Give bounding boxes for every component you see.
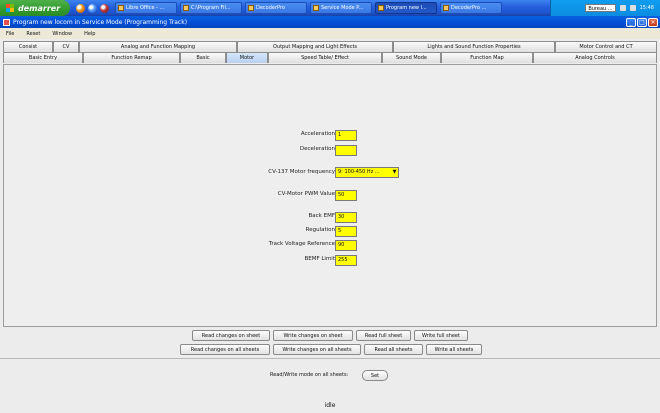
maximize-button[interactable]: □ bbox=[637, 17, 647, 27]
taskbar-item-label: DecoderPro ... bbox=[451, 5, 487, 11]
window-icon bbox=[443, 5, 449, 11]
start-label: demarrer bbox=[18, 3, 61, 13]
system-tray: Bureau ... 15:48 bbox=[550, 0, 660, 16]
tab-cv[interactable]: CV bbox=[53, 41, 79, 52]
motor-frequency-value: 9: 100-450 Hz ... bbox=[338, 169, 380, 175]
status-text: idle bbox=[324, 402, 336, 409]
tab-lights-sound-properties[interactable]: Lights and Sound Function Properties bbox=[393, 41, 555, 52]
menu-window[interactable]: Window bbox=[52, 31, 72, 37]
track-voltage-field[interactable]: 90 bbox=[335, 240, 357, 251]
write-all-sheets-button[interactable]: Write all sheets bbox=[426, 344, 482, 355]
window-icon bbox=[378, 5, 384, 11]
app-icon bbox=[3, 18, 10, 26]
close-button[interactable]: × bbox=[648, 17, 658, 27]
taskbar-item[interactable]: DecoderPro ... bbox=[440, 2, 502, 14]
tab-row-1: Consist CV Analog and Function Mapping O… bbox=[3, 41, 657, 52]
write-full-sheet-button[interactable]: Write full sheet bbox=[414, 330, 468, 341]
acceleration-label: Acceleration bbox=[300, 131, 335, 137]
bemf-limit-field[interactable]: 255 bbox=[335, 255, 357, 266]
menu-bar: File Reset Window Help bbox=[0, 28, 660, 39]
windows-taskbar: demarrer Libre Office - ... C:\Program F… bbox=[0, 0, 660, 16]
taskbar-item-label: DecoderPro bbox=[256, 5, 285, 11]
start-button[interactable]: demarrer bbox=[0, 0, 70, 16]
taskbar-item-active[interactable]: Program new l... bbox=[375, 2, 437, 14]
taskbar-item[interactable]: Libre Office - ... bbox=[115, 2, 177, 14]
windows-flag-icon bbox=[6, 4, 14, 12]
deceleration-label: Deceleration bbox=[299, 146, 335, 152]
folder-icon bbox=[183, 5, 189, 11]
tab-basic[interactable]: Basic bbox=[180, 52, 226, 63]
minimize-button[interactable]: _ bbox=[626, 17, 636, 27]
pwm-value-label: CV-Motor PWM Value bbox=[277, 191, 335, 197]
tab-motor[interactable]: Motor bbox=[226, 52, 268, 63]
taskbar-item-label: Service Mode P... bbox=[321, 5, 364, 11]
window-icon bbox=[248, 5, 254, 11]
pwm-value-field[interactable]: 50 bbox=[335, 190, 357, 201]
write-changes-sheet-button[interactable]: Write changes on sheet bbox=[273, 330, 353, 341]
regulation-label: Regulation bbox=[305, 227, 335, 233]
tab-basic-entry[interactable]: Basic Entry bbox=[3, 52, 83, 63]
back-emf-label: Back EMF bbox=[308, 213, 336, 219]
separator bbox=[0, 358, 660, 359]
motor-frequency-select[interactable]: 9: 100-450 Hz ... ▼ bbox=[335, 167, 399, 178]
tab-motor-control[interactable]: Motor Control and CT bbox=[555, 41, 657, 52]
clock: 15:48 bbox=[639, 5, 654, 11]
tab-consist[interactable]: Consist bbox=[3, 41, 53, 52]
quick-launch bbox=[70, 3, 115, 13]
network-icon[interactable] bbox=[619, 5, 626, 11]
tab-function-remap[interactable]: Function Remap bbox=[83, 52, 180, 63]
tab-output-mapping[interactable]: Output Mapping and Light Effects bbox=[237, 41, 393, 52]
motor-tab-content: Acceleration 1 Deceleration CV-137 Motor… bbox=[3, 64, 657, 327]
taskbar-item-label: Program new l... bbox=[386, 5, 427, 11]
taskbar-item[interactable]: C:\Program Fil... bbox=[180, 2, 242, 14]
menu-reset[interactable]: Reset bbox=[26, 31, 40, 37]
read-all-sheets-button[interactable]: Read all sheets bbox=[364, 344, 423, 355]
menu-help[interactable]: Help bbox=[84, 31, 95, 37]
firefox-icon[interactable] bbox=[76, 3, 85, 13]
tab-speed-table[interactable]: Speed Table/ Effect bbox=[268, 52, 382, 63]
regulation-field[interactable]: 5 bbox=[335, 226, 357, 237]
tab-row-2: Basic Entry Function Remap Basic Motor S… bbox=[3, 52, 657, 63]
taskbar-item[interactable]: DecoderPro bbox=[245, 2, 307, 14]
motor-frequency-label: CV-137 Motor frequency bbox=[268, 169, 335, 175]
write-changes-all-button[interactable]: Write changes on all sheets bbox=[273, 344, 361, 355]
read-changes-sheet-button[interactable]: Read changes on sheet bbox=[192, 330, 270, 341]
volume-icon[interactable] bbox=[629, 5, 636, 11]
tab-analog-controls[interactable]: Analog Controls bbox=[533, 52, 657, 63]
window-icon bbox=[313, 5, 319, 11]
window-icon bbox=[118, 5, 124, 11]
window-title: Program new locom in Service Mode (Progr… bbox=[13, 18, 188, 26]
taskbar-item-label: Libre Office - ... bbox=[126, 5, 165, 11]
read-changes-all-button[interactable]: Read changes on all sheets bbox=[180, 344, 270, 355]
taskbar-item[interactable]: Service Mode P... bbox=[310, 2, 372, 14]
window-titlebar[interactable]: Program new locom in Service Mode (Progr… bbox=[0, 16, 660, 28]
taskbar-item-label: C:\Program Fil... bbox=[191, 5, 231, 11]
deceleration-field[interactable] bbox=[335, 145, 357, 156]
tab-function-map[interactable]: Function Map bbox=[441, 52, 533, 63]
track-voltage-label: Track Voltage Reference bbox=[268, 241, 335, 247]
readwrite-mode-label: Read/Write mode on all sheets: bbox=[270, 372, 349, 378]
set-button[interactable]: Set bbox=[362, 370, 388, 381]
browser-icon[interactable] bbox=[88, 3, 97, 13]
tab-sound-mode[interactable]: Sound Mode bbox=[382, 52, 441, 63]
bemf-limit-label: BEMF Limit bbox=[304, 256, 335, 262]
acceleration-field[interactable]: 1 bbox=[335, 130, 357, 141]
read-full-sheet-button[interactable]: Read full sheet bbox=[356, 330, 411, 341]
tab-panel: Consist CV Analog and Function Mapping O… bbox=[3, 41, 657, 63]
media-icon[interactable] bbox=[100, 3, 109, 13]
menu-file[interactable]: File bbox=[6, 31, 14, 37]
tray-toolbar[interactable]: Bureau ... bbox=[585, 4, 616, 12]
chevron-down-icon: ▼ bbox=[392, 169, 397, 175]
back-emf-field[interactable]: 30 bbox=[335, 212, 357, 223]
tab-analog-function-mapping[interactable]: Analog and Function Mapping bbox=[79, 41, 237, 52]
